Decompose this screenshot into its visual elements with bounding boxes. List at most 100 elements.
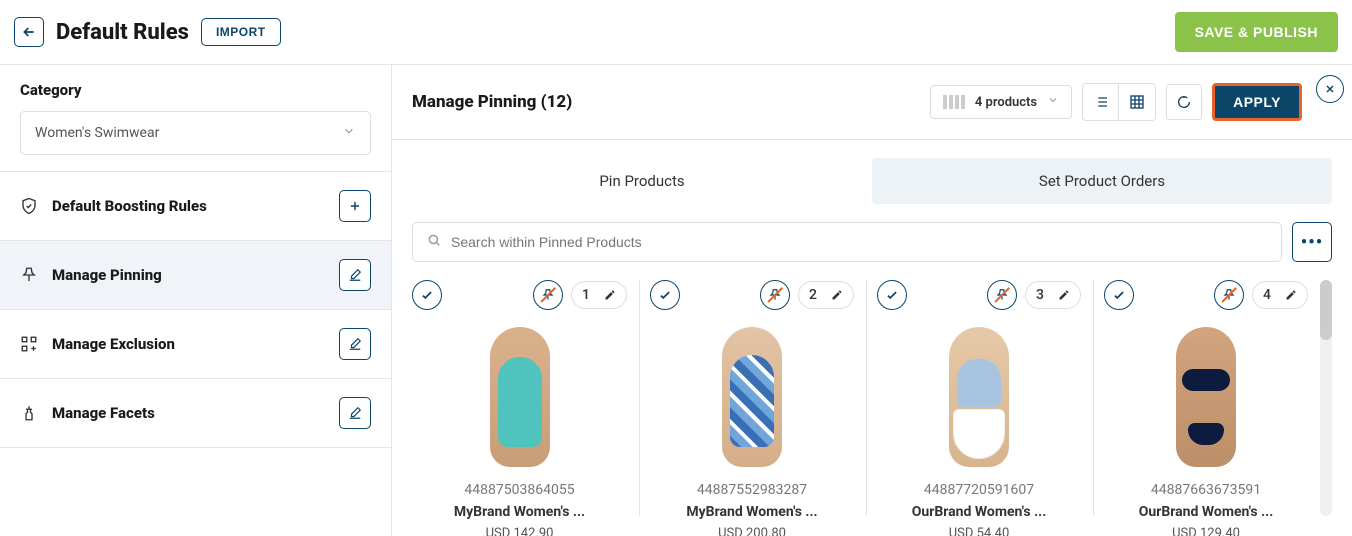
- plus-icon: [348, 199, 362, 213]
- products-row: 1 44887503864055 MyBrand Women's ... USD…: [392, 280, 1352, 536]
- sidebar: Category Women's Swimwear Default Boosti…: [0, 65, 392, 536]
- check-icon: [1112, 288, 1126, 302]
- product-sku: 44887720591607: [877, 482, 1081, 498]
- rank-number: 4: [1263, 287, 1271, 303]
- pencil-icon: [1058, 289, 1070, 301]
- select-toggle[interactable]: [650, 280, 680, 310]
- arrow-left-icon: [21, 24, 37, 40]
- chevron-down-icon: [342, 124, 356, 142]
- check-icon: [885, 288, 899, 302]
- more-options-button[interactable]: •••: [1292, 222, 1332, 262]
- edit-button[interactable]: [339, 328, 371, 360]
- sidebar-item-facets[interactable]: Manage Facets: [0, 379, 391, 448]
- edit-button[interactable]: [339, 259, 371, 291]
- select-toggle[interactable]: [877, 280, 907, 310]
- product-name: OurBrand Women's ...: [1104, 504, 1308, 520]
- unpin-button[interactable]: [987, 280, 1017, 310]
- close-button[interactable]: [1316, 75, 1344, 103]
- product-card: 4 44887663673591 OurBrand Women's ... US…: [1093, 280, 1308, 516]
- list-view-button[interactable]: [1083, 84, 1119, 120]
- product-image: [1104, 322, 1308, 472]
- page-title: Default Rules: [56, 20, 189, 45]
- edit-button[interactable]: [339, 397, 371, 429]
- pin-icon: [20, 266, 38, 284]
- rank-editor[interactable]: 4: [1252, 281, 1308, 309]
- product-image: [412, 322, 627, 472]
- back-button[interactable]: [14, 17, 44, 47]
- list-icon: [1093, 94, 1109, 110]
- product-name: MyBrand Women's ...: [412, 504, 627, 520]
- product-price: USD 129.40: [1104, 526, 1308, 536]
- unpin-button[interactable]: [533, 280, 563, 310]
- sidebar-item-label: Manage Facets: [52, 404, 155, 422]
- content-title: Manage Pinning (12): [412, 92, 572, 112]
- sidebar-item-label: Manage Exclusion: [52, 335, 175, 353]
- product-name: MyBrand Women's ...: [650, 504, 854, 520]
- topbar-left: Default Rules IMPORT: [14, 17, 281, 47]
- product-card: 2 44887552983287 MyBrand Women's ... USD…: [639, 280, 854, 516]
- pencil-icon: [604, 289, 616, 301]
- product-price: USD 200.80: [650, 526, 854, 536]
- select-toggle[interactable]: [1104, 280, 1134, 310]
- category-section: Category Women's Swimwear: [0, 65, 391, 172]
- pencil-icon: [1285, 289, 1297, 301]
- rank-editor[interactable]: 3: [1025, 281, 1081, 309]
- rank-number: 3: [1036, 287, 1044, 303]
- product-image: [650, 322, 854, 472]
- apply-button[interactable]: APPLY: [1212, 83, 1302, 121]
- sidebar-item-label: Default Boosting Rules: [52, 197, 207, 215]
- sidebar-item-exclusion[interactable]: Manage Exclusion: [0, 310, 391, 379]
- exclusion-icon: [20, 335, 38, 353]
- view-toggle-group: [1082, 83, 1156, 121]
- tab-pin-products[interactable]: Pin Products: [412, 158, 872, 204]
- refresh-button[interactable]: [1166, 84, 1202, 120]
- edit-icon: [348, 268, 362, 282]
- product-sku: 44887552983287: [650, 482, 854, 498]
- rank-editor[interactable]: 2: [798, 281, 854, 309]
- product-sku: 44887663673591: [1104, 482, 1308, 498]
- content: Manage Pinning (12) 4 products: [392, 65, 1352, 536]
- product-card: 3 44887720591607 OurBrand Women's ... US…: [866, 280, 1081, 516]
- add-button[interactable]: [339, 190, 371, 222]
- ellipsis-icon: •••: [1301, 232, 1323, 253]
- scrollbar-thumb[interactable]: [1320, 280, 1332, 340]
- scrollbar[interactable]: [1320, 280, 1332, 516]
- category-label: Category: [20, 81, 371, 99]
- search-box[interactable]: [412, 222, 1282, 262]
- content-actions: 4 products APPLY: [930, 83, 1302, 121]
- rank-editor[interactable]: 1: [571, 281, 627, 309]
- search-icon: [427, 233, 441, 251]
- search-row: •••: [412, 222, 1332, 262]
- product-card: 1 44887503864055 MyBrand Women's ... USD…: [412, 280, 627, 516]
- main: Category Women's Swimwear Default Boosti…: [0, 65, 1352, 536]
- rank-number: 1: [582, 287, 590, 303]
- grid-icon: [1129, 94, 1145, 110]
- columns-icon: [943, 95, 965, 109]
- product-image: [877, 322, 1081, 472]
- refresh-icon: [1176, 94, 1192, 110]
- facets-icon: [20, 404, 38, 422]
- check-icon: [658, 288, 672, 302]
- save-publish-button[interactable]: SAVE & PUBLISH: [1175, 12, 1338, 52]
- shield-check-icon: [20, 197, 38, 215]
- sidebar-item-pinning[interactable]: Manage Pinning: [0, 241, 391, 310]
- pencil-icon: [831, 289, 843, 301]
- select-toggle[interactable]: [412, 280, 442, 310]
- unpin-button[interactable]: [760, 280, 790, 310]
- sidebar-item-label: Manage Pinning: [52, 266, 162, 284]
- tab-set-product-orders[interactable]: Set Product Orders: [872, 158, 1332, 204]
- tabs: Pin Products Set Product Orders: [412, 158, 1332, 204]
- grid-view-button[interactable]: [1119, 84, 1155, 120]
- search-input[interactable]: [451, 234, 1267, 250]
- topbar: Default Rules IMPORT SAVE & PUBLISH: [0, 0, 1352, 65]
- products-per-row-select[interactable]: 4 products: [930, 85, 1072, 119]
- close-icon: [1324, 83, 1336, 95]
- category-select[interactable]: Women's Swimwear: [20, 111, 371, 155]
- unpin-button[interactable]: [1214, 280, 1244, 310]
- product-price: USD 54.40: [877, 526, 1081, 536]
- import-button[interactable]: IMPORT: [201, 18, 281, 46]
- product-name: OurBrand Women's ...: [877, 504, 1081, 520]
- chevron-down-icon: [1047, 94, 1059, 110]
- sidebar-item-boosting[interactable]: Default Boosting Rules: [0, 172, 391, 241]
- check-icon: [420, 288, 434, 302]
